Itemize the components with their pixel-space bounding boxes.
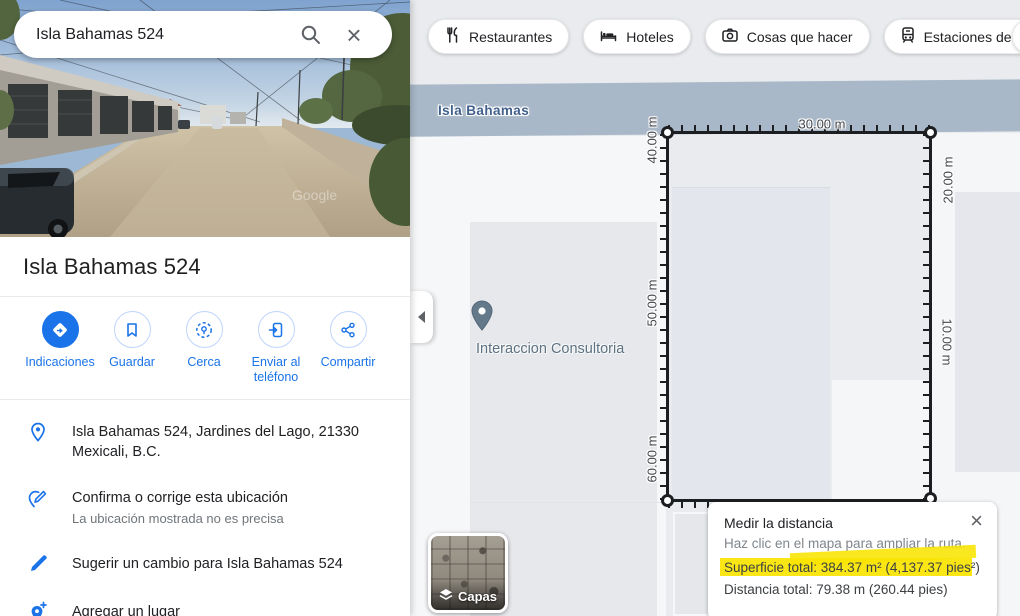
add-place-icon [26,600,50,616]
total-area-text: Superficie total: 384.37 m² (4,137.37 pi… [724,557,981,579]
measure-vertex-handle[interactable] [924,126,937,139]
map-parcel [832,380,929,500]
close-measure-icon[interactable]: × [966,506,987,536]
transit-icon [901,27,915,46]
search-icon[interactable] [288,15,332,55]
google-maps-window: Google × Isla Bahamas 524 Indicaciones [0,0,1020,616]
building-footprint [955,192,1020,472]
measure-vertex-handle[interactable] [661,494,674,507]
confirm-location-text: Confirma o corrige esta ubicación [72,486,288,508]
chip-hotels[interactable]: Hoteles [583,19,690,54]
save-button[interactable]: Guardar [96,311,168,399]
category-chip-bar: Restaurantes Hoteles Cosas que hacer Est… [428,19,1020,54]
camera-icon [722,28,738,45]
directions-button[interactable]: Indicaciones [24,311,96,399]
nearby-icon [186,311,223,348]
measure-label-right-upper: 20.00 m [941,157,956,204]
measure-label-right-lower: 10.00 m [940,319,955,366]
street-view-photo[interactable]: Google × [0,0,410,237]
bookmark-icon [114,311,151,348]
address-text: Isla Bahamas 524, Jardines del Lago, 213… [72,420,382,462]
measure-edge-right[interactable] [929,131,932,502]
chevron-left-icon [418,311,425,323]
measure-label-left-lower: 60.00 m [645,436,660,483]
parked-car [0,168,74,237]
measure-vertex-handle[interactable] [661,126,674,139]
poi-label[interactable]: Interaccion Consultoria [476,341,624,357]
share-icon [330,311,367,348]
send-to-phone-button[interactable]: Enviar al teléfono [240,311,312,399]
search-bar: × [14,11,392,58]
pencil-icon [26,552,50,576]
measure-edge-left[interactable] [666,131,669,502]
building-footprint [672,187,830,500]
hotel-bed-icon [600,28,617,46]
confirm-location-row[interactable]: Confirma o corrige esta ubicación La ubi… [0,474,410,540]
place-header: Isla Bahamas 524 [0,237,410,297]
place-panel: Google × Isla Bahamas 524 Indicaciones [0,0,410,616]
edit-pin-icon [26,486,50,510]
layers-icon [439,588,453,605]
street-name-label: Isla Bahamas [438,103,529,118]
search-input[interactable] [36,26,288,44]
measure-label-left-middle: 50.00 m [645,280,660,327]
measure-label-top: 30.00 m [799,117,846,132]
action-bar: Indicaciones Guardar Cerca Enviar al tel… [0,297,410,400]
suggest-edit-text: Sugerir un cambio para Isla Bahamas 524 [72,552,343,574]
layers-button[interactable]: Capas [428,533,508,613]
parcel-boundary [470,502,666,503]
google-watermark: Google [292,187,337,203]
add-place-row[interactable]: Agregar un lugar [0,588,410,616]
address-row[interactable]: Isla Bahamas 524, Jardines del Lago, 213… [0,406,410,474]
share-button[interactable]: Compartir [312,311,384,399]
chip-things-to-do[interactable]: Cosas que hacer [705,19,870,54]
page-title: Isla Bahamas 524 [23,254,201,280]
suggest-edit-row[interactable]: Sugerir un cambio para Isla Bahamas 524 [0,540,410,588]
location-pin-icon [26,420,50,444]
collapse-panel-button[interactable] [410,291,433,343]
confirm-location-subtext: La ubicación mostrada no es precisa [72,510,288,528]
measure-distance-card: × Medir la distancia Haz clic en el mapa… [708,502,997,616]
restaurant-icon [445,27,460,46]
nearby-button[interactable]: Cerca [168,311,240,399]
place-details: Isla Bahamas 524, Jardines del Lago, 213… [0,400,410,616]
close-icon[interactable]: × [332,15,376,55]
layers-label: Capas [458,589,497,604]
add-place-text: Agregar un lugar [72,600,180,616]
send-to-phone-icon [258,311,295,348]
map-canvas[interactable]: Isla Bahamas 30.00 m 40.00 m 50.00 m 60.… [410,0,1020,616]
directions-icon [42,311,79,348]
chip-transit-stations[interactable]: Estaciones de transp... [884,19,1020,54]
chip-restaurants[interactable]: Restaurantes [428,19,569,54]
measure-label-left-upper: 40.00 m [645,117,660,164]
measure-card-title: Medir la distancia [724,513,981,534]
poi-pin-icon[interactable] [470,300,494,337]
total-distance-text: Distancia total: 79.38 m (260.44 pies) [724,579,981,601]
